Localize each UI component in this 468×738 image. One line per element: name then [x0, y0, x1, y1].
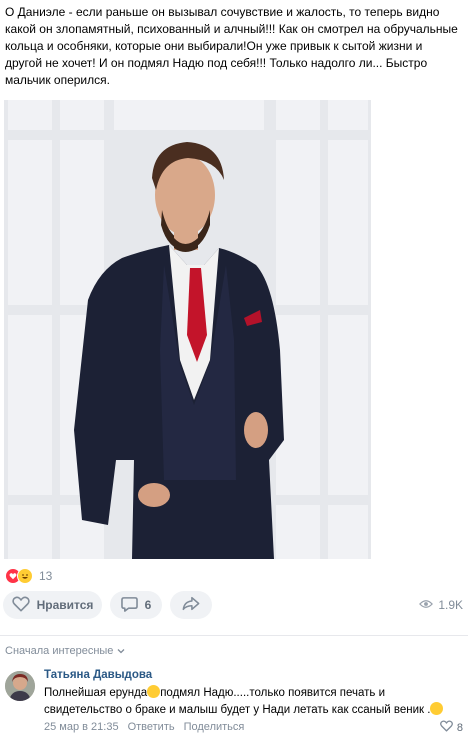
photo-illustration — [4, 100, 371, 559]
comment-like-count: 8 — [456, 721, 463, 734]
post-text: О Даниэле - если раньше он вызывал сочув… — [5, 5, 458, 87]
comment-item: Татьяна Давыдова Полнейшая ерунда подмял … — [0, 666, 468, 738]
comment-like-button[interactable]: 8 — [439, 720, 463, 735]
heart-outline-icon — [11, 596, 30, 615]
post-photo[interactable] — [4, 100, 371, 559]
comment-bubble-icon — [120, 596, 138, 615]
comments-sort-dropdown[interactable]: Сначала интересные — [5, 645, 125, 657]
reaction-emojis — [5, 568, 33, 584]
views-count: 1.9K — [438, 598, 463, 612]
share-link[interactable]: Поделиться — [184, 721, 245, 733]
divider — [0, 635, 468, 636]
comment-author[interactable]: Татьяна Давыдова — [44, 669, 152, 681]
comment-count: 6 — [144, 598, 152, 612]
laugh-reaction-icon — [17, 568, 33, 584]
heart-outline-icon — [439, 720, 453, 735]
eye-icon — [419, 598, 434, 612]
chevron-down-icon — [117, 645, 125, 657]
share-arrow-icon — [182, 596, 200, 614]
like-label: Нравится — [36, 598, 94, 612]
comment-meta: 25 мар в 21:35 Ответить Поделиться — [44, 721, 244, 733]
comments-sort-label: Сначала интересные — [5, 645, 114, 657]
share-button[interactable] — [170, 591, 212, 619]
like-button[interactable]: Нравится — [3, 591, 102, 619]
post-actions: Нравится 6 1.9K — [0, 591, 468, 621]
tears-of-joy-emoji-icon — [430, 702, 444, 715]
comment-button[interactable]: 6 — [110, 591, 162, 619]
comment-text-part1: Полнейшая ерунда — [44, 687, 148, 699]
views-counter: 1.9K — [419, 598, 463, 612]
reply-link[interactable]: Ответить — [128, 721, 175, 733]
reactions-summary[interactable]: 13 — [5, 567, 52, 585]
avatar[interactable] — [5, 671, 35, 701]
exploding-head-emoji-icon — [147, 685, 161, 698]
reactions-count: 13 — [39, 569, 53, 583]
comment-text: Полнейшая ерунда подмял Надю.....только п… — [44, 685, 462, 719]
comment-date[interactable]: 25 мар в 21:35 — [44, 721, 119, 733]
